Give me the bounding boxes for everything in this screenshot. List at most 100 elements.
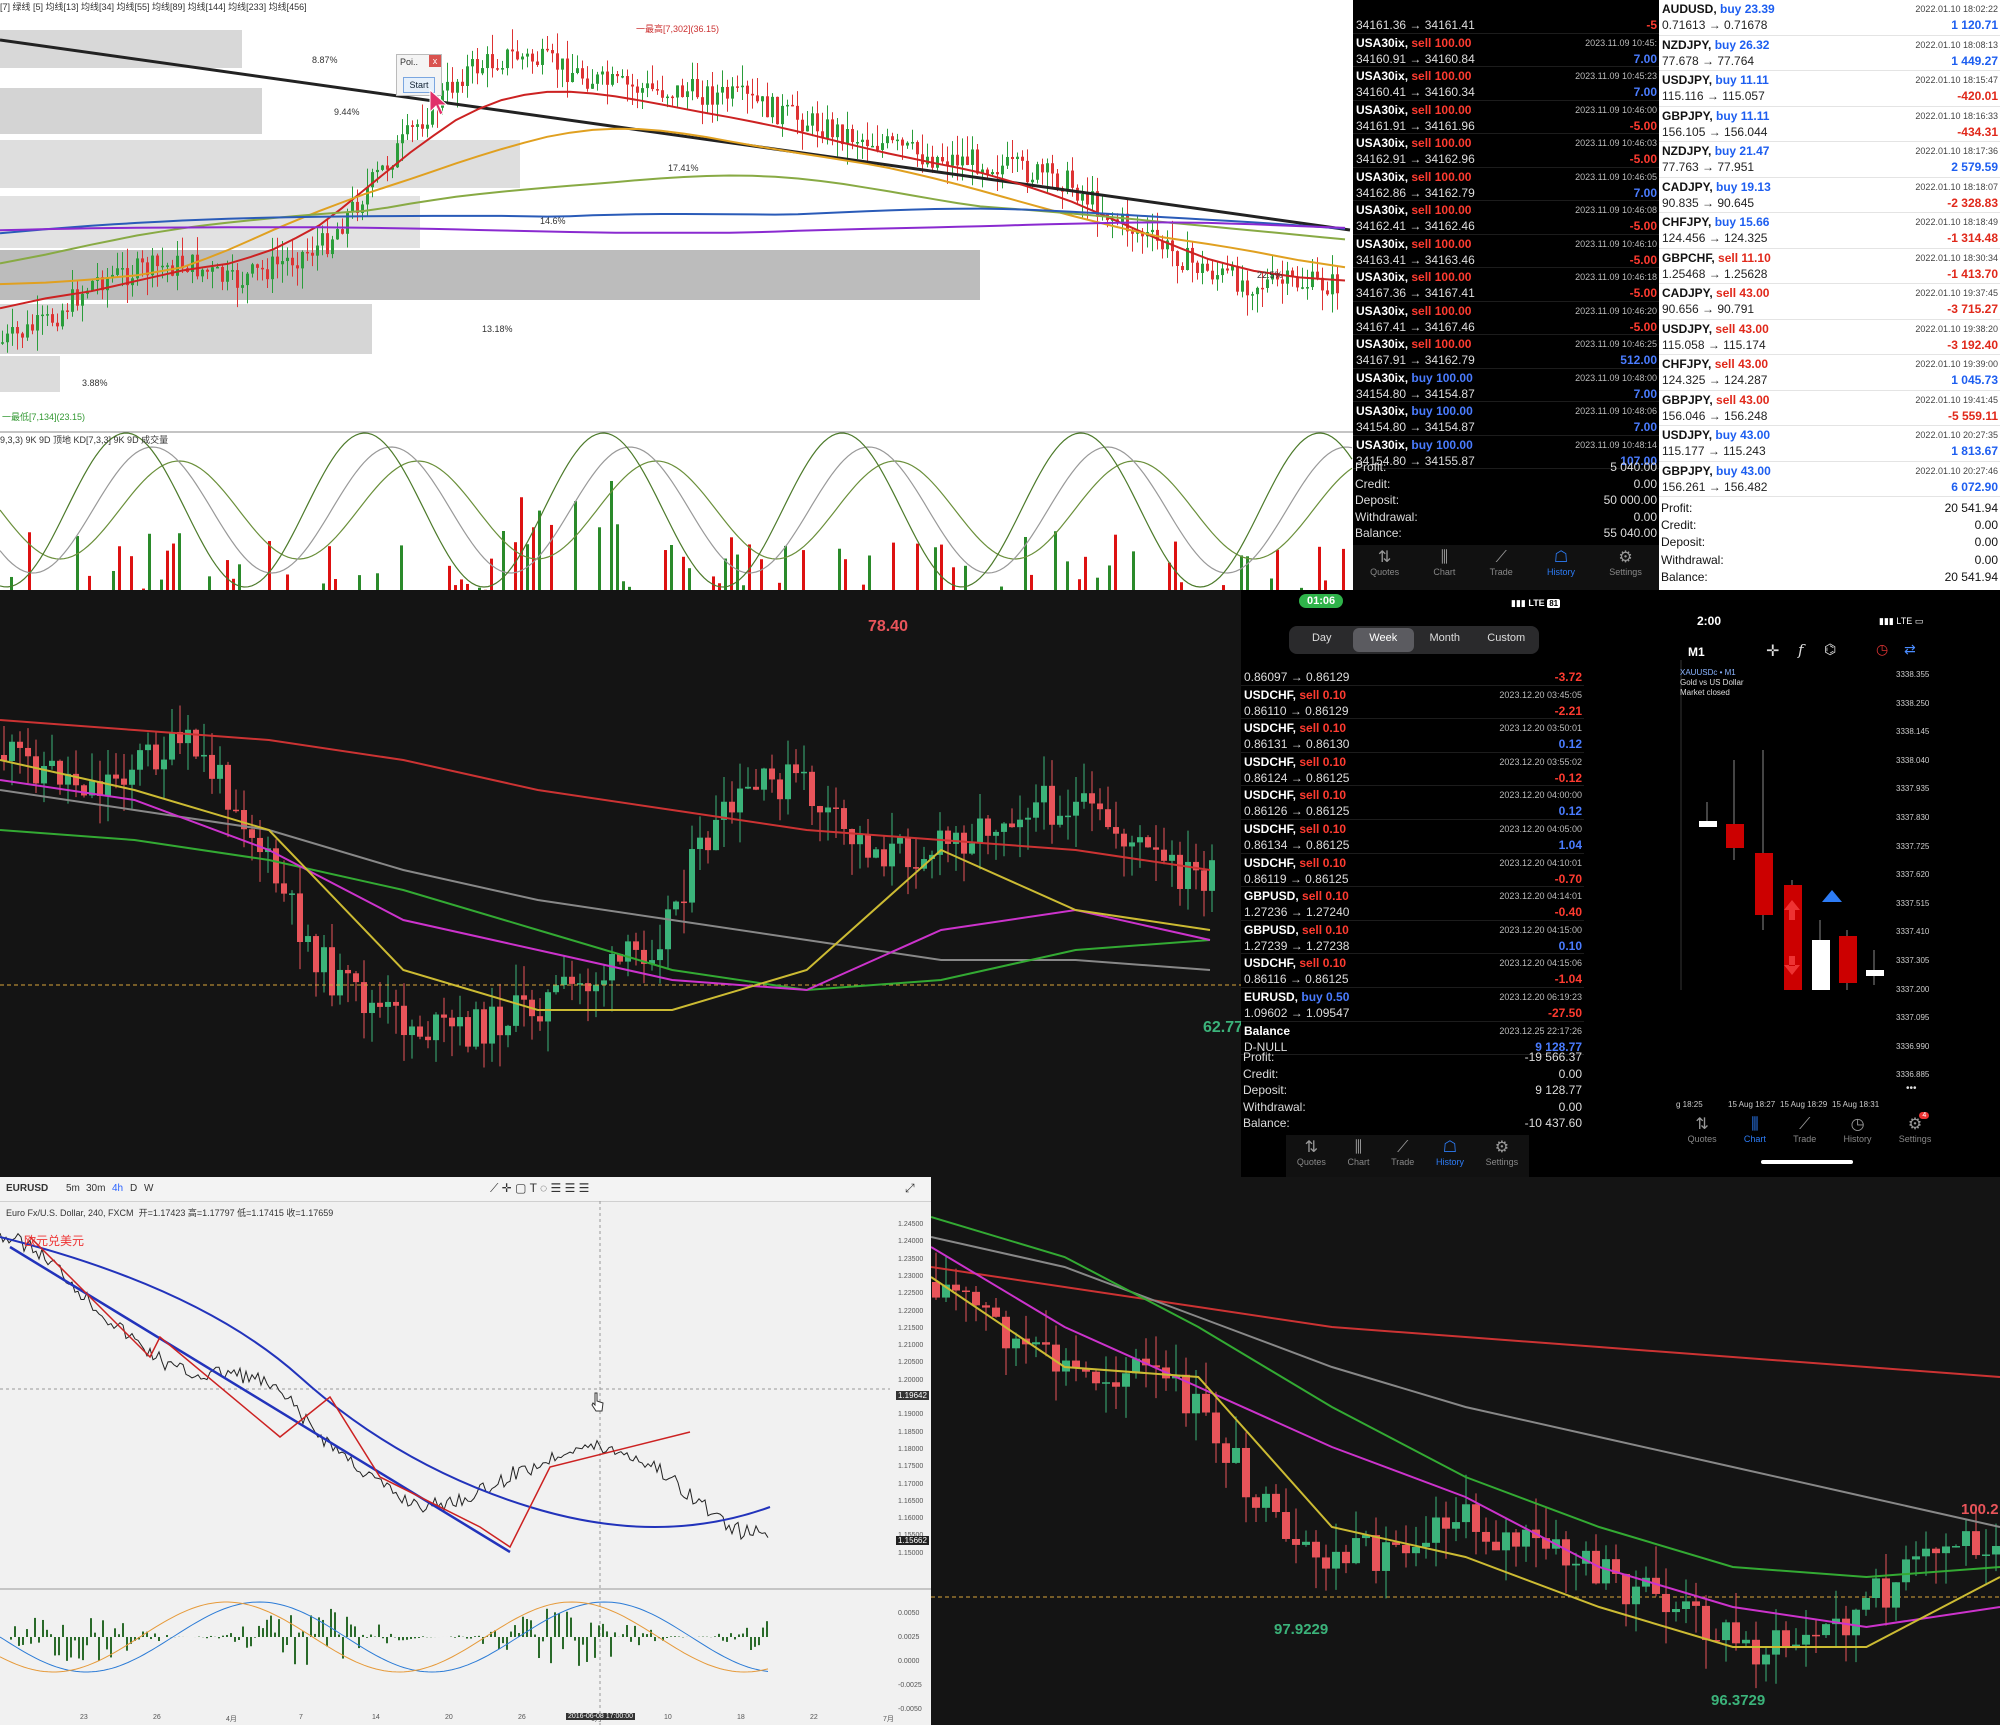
candle-body	[1011, 156, 1014, 160]
history-row[interactable]: GBPJPY, buy 11.11 2022.01.10 18:16:33 156.…	[1659, 107, 2000, 142]
history-row[interactable]: USDCHF, sell 0.10 2023.12.20 04:15:06 0.86…	[1241, 954, 1584, 988]
history-row[interactable]: USDJPY, buy 11.11 2022.01.10 18:15:47 115.…	[1659, 71, 2000, 107]
candle-body	[586, 78, 589, 89]
candle-body	[366, 187, 369, 205]
history-row[interactable]: USA30ix, sell 100.00 2023.11.09 10:46:00 3…	[1353, 101, 1659, 134]
tab-history[interactable]: ☖ History	[1547, 545, 1575, 577]
candle-body	[561, 976, 567, 986]
history-row[interactable]: USDJPY, sell 43.00 2022.01.10 19:38:20 115…	[1659, 320, 2000, 355]
history-row[interactable]: EURUSD, buy 0.50 2023.12.20 06:19:23 1.096…	[1241, 988, 1584, 1022]
tab-trade[interactable]: ⟋ Trade	[1490, 545, 1513, 577]
segment-day[interactable]: Day	[1291, 628, 1353, 652]
history-row[interactable]: USA30ix, sell 100.00 2023.11.09 10:46:10 3…	[1353, 235, 1659, 268]
candle-body	[1462, 1504, 1470, 1523]
history-row[interactable]: GBPUSD, sell 0.10 2023.12.20 04:14:01 1.27…	[1241, 887, 1584, 921]
tab-chart[interactable]: ⫼ Chart	[1744, 1112, 1766, 1144]
indicator-icon[interactable]: f	[1798, 641, 1804, 659]
history-row[interactable]: 34161.36 → 34161.41 -5	[1353, 0, 1659, 34]
history-row[interactable]: USA30ix, sell 100.00 2023.11.09 10:46:25 3…	[1353, 335, 1659, 369]
history-row[interactable]: USDCHF, sell 0.10 2023.12.20 03:45:05 0.86…	[1241, 686, 1584, 720]
history-row[interactable]: USA30ix, sell 100.00 2023.11.09 10:45:23 3…	[1353, 67, 1659, 101]
history-row[interactable]: GBPCHF, sell 11.10 2022.01.10 18:30:34 1.2…	[1659, 249, 2000, 284]
histogram-bar	[502, 1637, 504, 1644]
candle-body	[1001, 823, 1007, 832]
trade-symbol: USA30ix, sell 100.00	[1356, 136, 1472, 150]
candle-body	[571, 72, 574, 83]
osc-tick: -0.0025	[898, 1682, 922, 1689]
objects-icon[interactable]: ⌬	[1824, 641, 1836, 658]
tab-history[interactable]: ☖ History	[1436, 1135, 1464, 1167]
period-segmented-control: Day Week Month Custom	[1289, 626, 1539, 654]
candle-body	[129, 769, 135, 785]
candle-body	[336, 229, 339, 240]
tab-settings[interactable]: ⚙ Settings	[1486, 1135, 1519, 1167]
history-row[interactable]: USDJPY, buy 43.00 2022.01.10 20:27:35 115.…	[1659, 426, 2000, 462]
history-row[interactable]: USDCHF, sell 0.10 2023.12.20 03:55:02 0.86…	[1241, 753, 1584, 787]
history-row[interactable]: USA30ix, sell 100.00 2023.11.09 10:46:20 3…	[1353, 302, 1659, 335]
candle-body	[465, 1017, 471, 1047]
tab-quotes[interactable]: ⇅ Quotes	[1688, 1112, 1717, 1144]
quotes-icon: ⇅	[1304, 1139, 1319, 1156]
tab-quotes[interactable]: ⇅ Quotes	[1297, 1135, 1326, 1167]
trade-profit: 0.12	[1558, 804, 1582, 819]
volume-bar	[376, 573, 379, 590]
trade-prices: 115.116 → 115.057	[1662, 89, 1765, 103]
histogram-bar	[370, 1634, 372, 1637]
candle-body	[952, 1284, 960, 1291]
history-row[interactable]: USDCHF, sell 0.10 2023.12.20 04:10:01 0.86…	[1241, 854, 1584, 888]
candle-body	[1113, 827, 1119, 834]
history-row[interactable]: USA30ix, sell 100.00 2023.11.09 10:46:18 3…	[1353, 268, 1659, 302]
timeframe-button[interactable]: M1	[1688, 645, 1705, 659]
history-row[interactable]: USDCHF, sell 0.10 2023.12.20 03:50:01 0.86…	[1241, 719, 1584, 753]
tab-quotes[interactable]: ⇅ Quotes	[1370, 545, 1399, 577]
history-row[interactable]: 0.86097 → 0.86129 -3.72	[1241, 652, 1584, 686]
summary-value: 20 541.94	[1944, 569, 1998, 584]
trade-profit: -0.40	[1554, 905, 1582, 920]
tab-history[interactable]: ◷ History	[1844, 1112, 1872, 1144]
history-icon: ◷	[1850, 1116, 1865, 1133]
history-row[interactable]: USDCHF, sell 0.10 2023.12.20 04:00:00 0.86…	[1241, 786, 1584, 820]
history-row[interactable]: USDCHF, sell 0.10 2023.12.20 04:05:00 0.86…	[1241, 820, 1584, 854]
history-row[interactable]: USA30ix, sell 100.00 2023.11.09 10:46:05 3…	[1353, 168, 1659, 201]
crosshair-icon[interactable]: ✛	[1766, 641, 1779, 661]
segment-custom[interactable]: Custom	[1476, 628, 1538, 652]
tab-chart[interactable]: ⫼ Chart	[1347, 1135, 1369, 1167]
history-row[interactable]: GBPJPY, buy 43.00 2022.01.10 20:27:46 156.…	[1659, 462, 2000, 497]
trade-icon[interactable]: ⇄	[1904, 641, 1916, 658]
history-row[interactable]: CHFJPY, buy 15.66 2022.01.10 18:18:49 124.…	[1659, 213, 2000, 249]
history-row[interactable]: CADJPY, buy 19.13 2022.01.10 18:18:07 90.8…	[1659, 178, 2000, 213]
dark-candle-chart-2	[931, 1216, 2000, 1689]
trade-profit: -5.00	[1629, 118, 1657, 133]
history-row[interactable]: GBPUSD, sell 0.10 2023.12.20 04:15:00 1.27…	[1241, 921, 1584, 955]
tab-settings[interactable]: ⚙ Settings	[1609, 545, 1642, 577]
history-row[interactable]: USA30ix, sell 100.00 2023.11.09 10:45: 341…	[1353, 34, 1659, 67]
popup-close-button[interactable]: x	[429, 55, 441, 67]
tab-trade[interactable]: ⟋ Trade	[1391, 1135, 1414, 1167]
histogram-bar	[622, 1634, 624, 1637]
history-row[interactable]: USA30ix, buy 100.00 2023.11.09 10:48:06 34…	[1353, 402, 1659, 436]
fib-zone	[0, 88, 262, 134]
candle-body	[1262, 1493, 1270, 1508]
history-row[interactable]: USA30ix, buy 100.00 2023.11.09 10:48:00 34…	[1353, 369, 1659, 402]
candle-body	[1036, 164, 1039, 180]
history-row[interactable]: USA30ix, sell 100.00 2023.11.09 10:46:08 3…	[1353, 201, 1659, 235]
candle-body	[1026, 160, 1029, 183]
tab-settings[interactable]: ⚙ Settings 4	[1899, 1112, 1931, 1144]
segment-week[interactable]: Week	[1352, 628, 1414, 652]
clock-icon[interactable]: ◷	[1876, 641, 1888, 658]
history-row[interactable]: AUDUSD, buy 23.39 2022.01.10 18:02:22 0.71…	[1659, 0, 2000, 36]
history-row[interactable]: CHFJPY, sell 43.00 2022.01.10 19:39:00 124…	[1659, 355, 2000, 391]
more-icon[interactable]: •••	[1906, 1083, 1917, 1094]
history-row[interactable]: NZDJPY, buy 21.47 2022.01.10 18:17:36 77.7…	[1659, 142, 2000, 178]
candle-body	[785, 764, 791, 800]
tab-trade[interactable]: ⟋ Trade	[1793, 1112, 1816, 1144]
volume-bar	[952, 567, 955, 590]
history-row[interactable]: NZDJPY, buy 26.32 2022.01.10 18:08:13 77.6…	[1659, 36, 2000, 71]
history-row[interactable]: USA30ix, sell 100.00 2023.11.09 10:46:03 3…	[1353, 134, 1659, 168]
history-row[interactable]: GBPJPY, sell 43.00 2022.01.10 19:41:45 156…	[1659, 391, 2000, 426]
segment-month[interactable]: Month	[1414, 628, 1476, 652]
candle-body	[745, 786, 751, 789]
history-row[interactable]: CADJPY, sell 43.00 2022.01.10 19:37:45 90.…	[1659, 284, 2000, 320]
tab-chart[interactable]: ⫼ Chart	[1433, 545, 1455, 577]
current-price-badge: 1.19642	[896, 1391, 929, 1400]
